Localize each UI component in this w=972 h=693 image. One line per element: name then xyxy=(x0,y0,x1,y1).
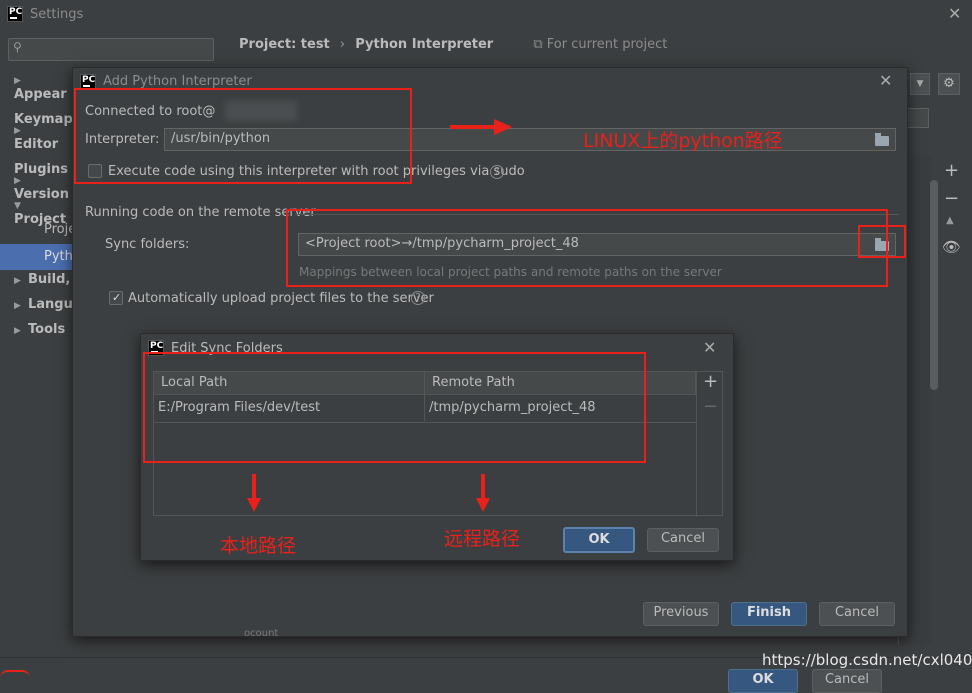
auto-upload-checkbox[interactable] xyxy=(109,291,123,305)
add-mapping-icon[interactable]: + xyxy=(703,371,718,392)
breadcrumb-page: Python Interpreter xyxy=(355,37,494,52)
tree-item-tools[interactable]: ▶ Tools xyxy=(14,322,65,337)
help-icon[interactable]: ? xyxy=(490,165,504,179)
folder-icon[interactable] xyxy=(875,133,889,146)
interpreter-dropdown-arrow-icon[interactable]: ▼ xyxy=(910,73,930,95)
add-package-icon[interactable]: + xyxy=(944,160,959,181)
annotation-arrow-right xyxy=(450,119,512,135)
sync-ok-button[interactable]: OK xyxy=(563,527,635,553)
sync-folders-label: Sync folders: xyxy=(105,237,190,252)
expand-arrow-icon[interactable]: ▶ xyxy=(14,326,28,336)
sync-cancel-button[interactable]: Cancel xyxy=(647,528,719,552)
background-field xyxy=(905,108,929,128)
expand-arrow-icon[interactable]: ▶ xyxy=(14,276,28,286)
remote-section-label: Running code on the remote server xyxy=(85,205,316,220)
help-icon[interactable]: ? xyxy=(411,291,425,305)
breadcrumb-separator: › xyxy=(339,37,346,52)
upgrade-icon[interactable]: ▲ xyxy=(946,215,954,226)
dialog-close-icon[interactable]: ✕ xyxy=(879,71,892,90)
dialog-title: Add Python Interpreter xyxy=(103,74,252,89)
previous-button[interactable]: Previous xyxy=(643,602,719,626)
breadcrumb-project: Project: test xyxy=(239,37,330,52)
annotation-arrow-down-local xyxy=(247,474,261,512)
annotation-local-path: 本地路径 xyxy=(220,535,297,557)
expand-arrow-icon[interactable]: ▶ xyxy=(14,176,28,186)
annotation-partial-box xyxy=(0,670,30,678)
remove-package-icon[interactable]: − xyxy=(944,188,959,209)
gear-icon[interactable]: ⚙ xyxy=(938,73,960,95)
window-title: Settings xyxy=(30,7,84,22)
search-icon: ⚲ xyxy=(13,40,22,54)
scope-label: ⧉ For current project xyxy=(533,37,668,52)
finish-button[interactable]: Finish xyxy=(731,602,807,626)
annotation-box-interpreter xyxy=(74,88,412,184)
sync-dialog-close-icon[interactable]: ✕ xyxy=(703,338,716,357)
remove-mapping-icon[interactable]: − xyxy=(703,396,718,417)
watermark: https://blog.csdn.net/cxl0406 xyxy=(762,651,972,669)
eye-icon[interactable]: 👁 xyxy=(942,238,961,256)
annotation-arrow-down-remote xyxy=(476,474,490,512)
settings-ok-button[interactable]: OK xyxy=(728,669,798,693)
annotation-box-folder xyxy=(858,225,906,258)
settings-close-icon[interactable]: ✕ xyxy=(948,4,961,23)
cancel-button[interactable]: Cancel xyxy=(819,602,895,626)
settings-search-input[interactable]: ⚲ xyxy=(8,38,214,61)
collapse-arrow-icon[interactable]: ▼ xyxy=(14,201,28,211)
annotation-remote-path: 远程路径 xyxy=(444,528,521,550)
pycharm-logo-icon: PC xyxy=(7,6,23,22)
background-text: ocount xyxy=(244,628,279,639)
toolbar-divider xyxy=(696,372,697,517)
annotation-linux-path: LINUX上的python路径 xyxy=(583,130,783,152)
breadcrumb: Project: test › Python Interpreter ⧉ For… xyxy=(239,37,667,52)
tree-item-label: Tools xyxy=(28,322,66,337)
expand-arrow-icon[interactable]: ▶ xyxy=(14,76,28,86)
expand-arrow-icon[interactable]: ▶ xyxy=(14,126,28,136)
tree-item-python-interpreter[interactable]: Pytho xyxy=(0,244,81,270)
annotation-box-mapping xyxy=(143,352,646,463)
annotation-box-sync xyxy=(286,209,888,287)
expand-arrow-icon[interactable]: ▶ xyxy=(14,301,28,311)
copy-icon: ⧉ xyxy=(533,37,547,52)
scrollbar[interactable] xyxy=(930,180,938,390)
settings-cancel-button[interactable]: Cancel xyxy=(812,669,882,693)
auto-upload-label: Automatically upload project files to th… xyxy=(128,291,434,306)
